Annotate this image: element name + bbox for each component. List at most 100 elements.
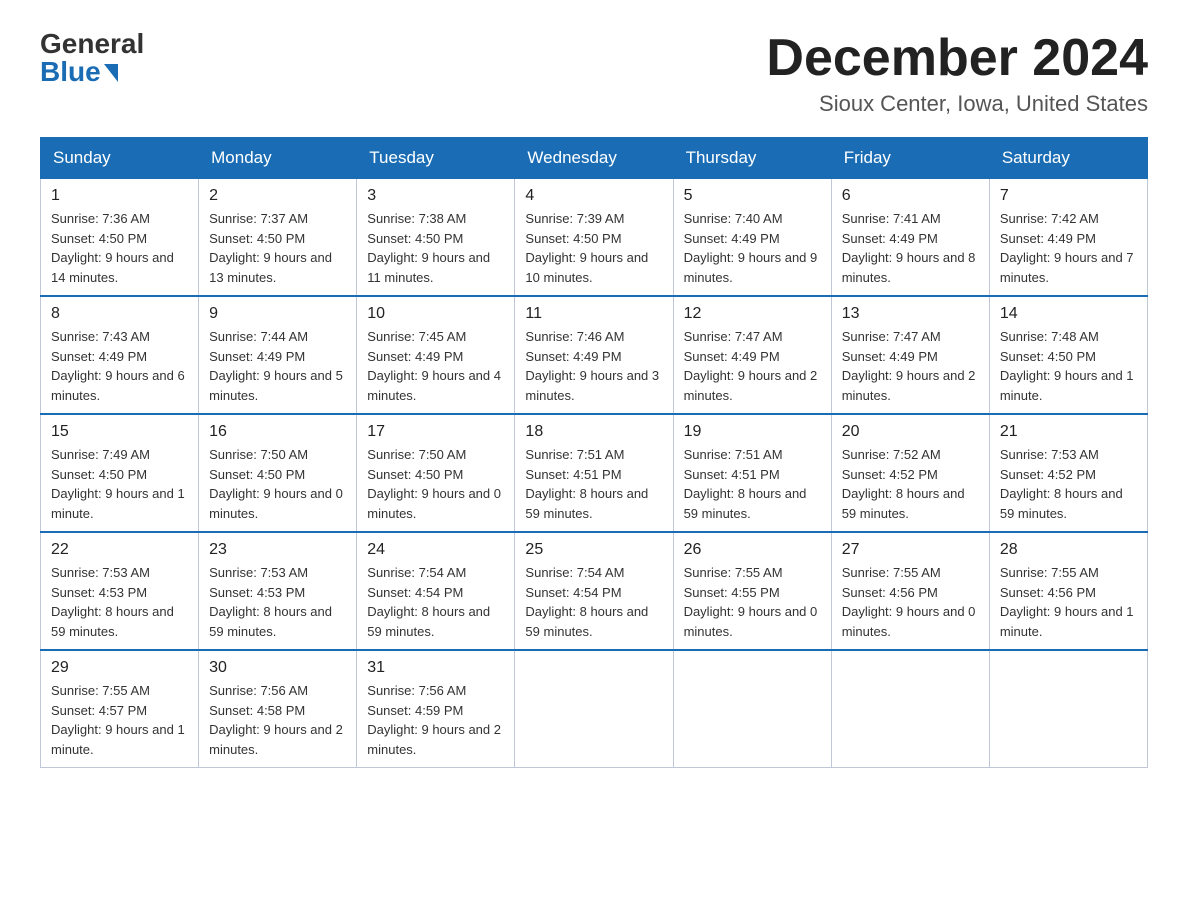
day-info: Sunrise: 7:49 AMSunset: 4:50 PMDaylight:… [51, 445, 188, 523]
logo-general-text: General [40, 30, 144, 58]
calendar-day-cell: 22 Sunrise: 7:53 AMSunset: 4:53 PMDaylig… [41, 532, 199, 650]
day-info: Sunrise: 7:51 AMSunset: 4:51 PMDaylight:… [684, 445, 821, 523]
day-number: 7 [1000, 187, 1137, 205]
calendar-day-cell: 15 Sunrise: 7:49 AMSunset: 4:50 PMDaylig… [41, 414, 199, 532]
calendar-day-cell: 7 Sunrise: 7:42 AMSunset: 4:49 PMDayligh… [989, 179, 1147, 297]
day-info: Sunrise: 7:55 AMSunset: 4:55 PMDaylight:… [684, 563, 821, 641]
day-number: 3 [367, 187, 504, 205]
day-number: 23 [209, 541, 346, 559]
day-number: 9 [209, 305, 346, 323]
calendar-day-cell: 30 Sunrise: 7:56 AMSunset: 4:58 PMDaylig… [199, 650, 357, 768]
day-of-week-header: Thursday [673, 138, 831, 179]
day-info: Sunrise: 7:50 AMSunset: 4:50 PMDaylight:… [209, 445, 346, 523]
day-number: 28 [1000, 541, 1137, 559]
day-number: 18 [525, 423, 662, 441]
day-info: Sunrise: 7:53 AMSunset: 4:53 PMDaylight:… [51, 563, 188, 641]
day-number: 31 [367, 659, 504, 677]
calendar-day-cell [989, 650, 1147, 768]
logo-triangle-icon [104, 64, 118, 82]
day-number: 20 [842, 423, 979, 441]
day-of-week-header: Wednesday [515, 138, 673, 179]
calendar-day-cell: 19 Sunrise: 7:51 AMSunset: 4:51 PMDaylig… [673, 414, 831, 532]
calendar-header-row: SundayMondayTuesdayWednesdayThursdayFrid… [41, 138, 1148, 179]
month-title: December 2024 [766, 30, 1148, 87]
day-number: 1 [51, 187, 188, 205]
day-info: Sunrise: 7:46 AMSunset: 4:49 PMDaylight:… [525, 327, 662, 405]
calendar-day-cell: 26 Sunrise: 7:55 AMSunset: 4:55 PMDaylig… [673, 532, 831, 650]
calendar-day-cell: 24 Sunrise: 7:54 AMSunset: 4:54 PMDaylig… [357, 532, 515, 650]
calendar-day-cell: 11 Sunrise: 7:46 AMSunset: 4:49 PMDaylig… [515, 296, 673, 414]
calendar-day-cell: 8 Sunrise: 7:43 AMSunset: 4:49 PMDayligh… [41, 296, 199, 414]
day-number: 16 [209, 423, 346, 441]
day-number: 19 [684, 423, 821, 441]
day-number: 22 [51, 541, 188, 559]
day-info: Sunrise: 7:52 AMSunset: 4:52 PMDaylight:… [842, 445, 979, 523]
day-info: Sunrise: 7:54 AMSunset: 4:54 PMDaylight:… [367, 563, 504, 641]
day-info: Sunrise: 7:43 AMSunset: 4:49 PMDaylight:… [51, 327, 188, 405]
logo-blue-text: Blue [40, 58, 118, 86]
location-title: Sioux Center, Iowa, United States [766, 91, 1148, 117]
calendar-day-cell [673, 650, 831, 768]
day-number: 11 [525, 305, 662, 323]
day-info: Sunrise: 7:36 AMSunset: 4:50 PMDaylight:… [51, 209, 188, 287]
logo: General Blue [40, 30, 144, 86]
day-info: Sunrise: 7:37 AMSunset: 4:50 PMDaylight:… [209, 209, 346, 287]
day-info: Sunrise: 7:53 AMSunset: 4:53 PMDaylight:… [209, 563, 346, 641]
day-of-week-header: Saturday [989, 138, 1147, 179]
calendar-day-cell: 20 Sunrise: 7:52 AMSunset: 4:52 PMDaylig… [831, 414, 989, 532]
day-number: 2 [209, 187, 346, 205]
day-number: 27 [842, 541, 979, 559]
day-number: 29 [51, 659, 188, 677]
day-number: 4 [525, 187, 662, 205]
day-info: Sunrise: 7:40 AMSunset: 4:49 PMDaylight:… [684, 209, 821, 287]
calendar-week-row: 29 Sunrise: 7:55 AMSunset: 4:57 PMDaylig… [41, 650, 1148, 768]
day-info: Sunrise: 7:39 AMSunset: 4:50 PMDaylight:… [525, 209, 662, 287]
day-info: Sunrise: 7:47 AMSunset: 4:49 PMDaylight:… [684, 327, 821, 405]
day-number: 26 [684, 541, 821, 559]
day-info: Sunrise: 7:50 AMSunset: 4:50 PMDaylight:… [367, 445, 504, 523]
calendar-day-cell: 21 Sunrise: 7:53 AMSunset: 4:52 PMDaylig… [989, 414, 1147, 532]
page-header: General Blue December 2024 Sioux Center,… [40, 30, 1148, 117]
day-of-week-header: Tuesday [357, 138, 515, 179]
calendar-day-cell [831, 650, 989, 768]
day-info: Sunrise: 7:55 AMSunset: 4:56 PMDaylight:… [1000, 563, 1137, 641]
calendar-day-cell: 10 Sunrise: 7:45 AMSunset: 4:49 PMDaylig… [357, 296, 515, 414]
calendar-day-cell: 25 Sunrise: 7:54 AMSunset: 4:54 PMDaylig… [515, 532, 673, 650]
calendar-day-cell: 5 Sunrise: 7:40 AMSunset: 4:49 PMDayligh… [673, 179, 831, 297]
calendar-week-row: 15 Sunrise: 7:49 AMSunset: 4:50 PMDaylig… [41, 414, 1148, 532]
day-info: Sunrise: 7:56 AMSunset: 4:58 PMDaylight:… [209, 681, 346, 759]
day-info: Sunrise: 7:47 AMSunset: 4:49 PMDaylight:… [842, 327, 979, 405]
day-info: Sunrise: 7:51 AMSunset: 4:51 PMDaylight:… [525, 445, 662, 523]
day-of-week-header: Sunday [41, 138, 199, 179]
calendar-day-cell: 12 Sunrise: 7:47 AMSunset: 4:49 PMDaylig… [673, 296, 831, 414]
calendar-day-cell: 3 Sunrise: 7:38 AMSunset: 4:50 PMDayligh… [357, 179, 515, 297]
calendar-day-cell: 16 Sunrise: 7:50 AMSunset: 4:50 PMDaylig… [199, 414, 357, 532]
day-of-week-header: Friday [831, 138, 989, 179]
day-info: Sunrise: 7:41 AMSunset: 4:49 PMDaylight:… [842, 209, 979, 287]
calendar-day-cell: 13 Sunrise: 7:47 AMSunset: 4:49 PMDaylig… [831, 296, 989, 414]
calendar-day-cell: 18 Sunrise: 7:51 AMSunset: 4:51 PMDaylig… [515, 414, 673, 532]
day-info: Sunrise: 7:55 AMSunset: 4:57 PMDaylight:… [51, 681, 188, 759]
calendar-day-cell: 23 Sunrise: 7:53 AMSunset: 4:53 PMDaylig… [199, 532, 357, 650]
day-info: Sunrise: 7:44 AMSunset: 4:49 PMDaylight:… [209, 327, 346, 405]
day-info: Sunrise: 7:38 AMSunset: 4:50 PMDaylight:… [367, 209, 504, 287]
calendar-day-cell: 14 Sunrise: 7:48 AMSunset: 4:50 PMDaylig… [989, 296, 1147, 414]
day-number: 17 [367, 423, 504, 441]
calendar-day-cell: 27 Sunrise: 7:55 AMSunset: 4:56 PMDaylig… [831, 532, 989, 650]
calendar-week-row: 22 Sunrise: 7:53 AMSunset: 4:53 PMDaylig… [41, 532, 1148, 650]
calendar-day-cell: 1 Sunrise: 7:36 AMSunset: 4:50 PMDayligh… [41, 179, 199, 297]
day-number: 15 [51, 423, 188, 441]
calendar-table: SundayMondayTuesdayWednesdayThursdayFrid… [40, 137, 1148, 768]
day-info: Sunrise: 7:54 AMSunset: 4:54 PMDaylight:… [525, 563, 662, 641]
calendar-day-cell: 6 Sunrise: 7:41 AMSunset: 4:49 PMDayligh… [831, 179, 989, 297]
calendar-day-cell: 2 Sunrise: 7:37 AMSunset: 4:50 PMDayligh… [199, 179, 357, 297]
day-number: 24 [367, 541, 504, 559]
day-number: 5 [684, 187, 821, 205]
calendar-day-cell: 9 Sunrise: 7:44 AMSunset: 4:49 PMDayligh… [199, 296, 357, 414]
day-number: 8 [51, 305, 188, 323]
day-info: Sunrise: 7:55 AMSunset: 4:56 PMDaylight:… [842, 563, 979, 641]
calendar-day-cell [515, 650, 673, 768]
title-area: December 2024 Sioux Center, Iowa, United… [766, 30, 1148, 117]
calendar-day-cell: 28 Sunrise: 7:55 AMSunset: 4:56 PMDaylig… [989, 532, 1147, 650]
day-number: 25 [525, 541, 662, 559]
